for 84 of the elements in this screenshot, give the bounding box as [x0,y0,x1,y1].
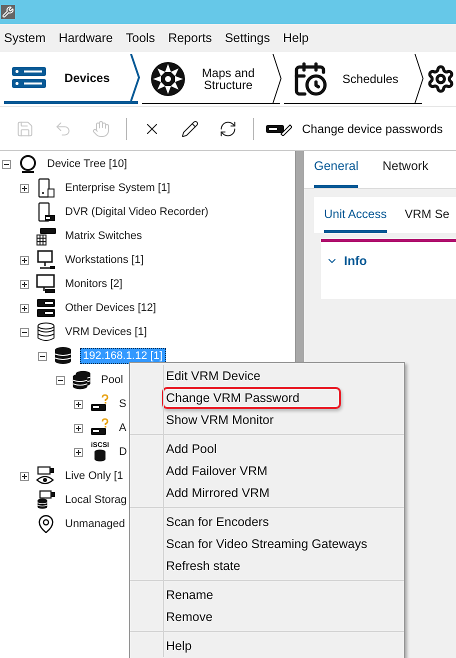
nav-tab[interactable]: Devices [4,54,138,104]
menu-item[interactable]: Edit VRM Device [162,364,264,388]
database-icon [54,346,74,366]
menu-item[interactable]: Add Pool [162,438,221,460]
collapse-icon[interactable] [2,160,11,168]
tree-item[interactable]: Matrix Switches [62,228,146,244]
menu-item[interactable]: Reports [168,28,212,48]
tab-chevron [130,54,140,101]
collapse-icon[interactable] [56,376,65,384]
menu-item[interactable]: Remove [162,606,217,628]
server-document-icon [36,178,56,198]
tab[interactable]: VRM Se [404,205,450,233]
tree-item[interactable]: Workstations [1] [62,252,147,268]
expand-icon[interactable] [20,472,29,480]
wrench-icon [2,6,14,18]
matrix-switch-icon [36,226,56,246]
tree-item[interactable]: VRM Devices [1] [62,324,150,340]
tree-item[interactable]: Live Only [1 [62,468,126,484]
change-passwords-button[interactable]: Change device passwords [262,114,447,144]
tree-item[interactable]: Device Tree [10] [44,156,130,172]
menu-item[interactable]: Tools [126,28,156,48]
device-warning-icon [90,394,110,414]
server-rack-icon [36,298,56,318]
tree-item[interactable]: Local Storag [62,492,130,508]
tree-item[interactable]: Unmanaged [62,516,128,532]
save-icon [16,120,34,138]
expand-icon[interactable] [20,280,29,288]
menu-item[interactable]: Rename [162,584,218,606]
menu-item[interactable]: Help [162,634,196,658]
database-icon [93,449,107,462]
tab[interactable]: General [314,157,358,188]
collapse-icon[interactable] [20,328,29,336]
tab-chevron [272,54,282,103]
pencil-icon [181,120,199,138]
tree-item[interactable]: S [116,396,130,412]
tree-item[interactable]: Monitors [2] [62,276,126,292]
globe-stand-icon [18,154,38,174]
expand-icon[interactable] [20,304,29,312]
nav-tab[interactable]: Maps and Structure [142,54,280,104]
tree-item[interactable]: D [116,444,130,460]
menu-item[interactable]: Add Failover VRM [162,460,272,482]
menu-item[interactable]: Refresh state [162,554,244,578]
tree-item[interactable]: Other Devices [12] [62,300,160,316]
menu-item[interactable]: Change VRM Password [162,386,342,410]
camera-eye-icon [36,466,56,486]
undo-icon [54,120,72,138]
info-section-header[interactable]: Info [326,252,367,271]
menu-item[interactable]: System [4,28,46,48]
menu-item[interactable]: Settings [224,28,270,48]
expand-icon[interactable] [74,424,83,432]
settings-icon[interactable] [426,64,456,94]
monitor-icon [36,274,56,294]
refresh-icon [219,120,237,138]
server-icon [12,66,46,88]
device-warning-icon [90,418,110,438]
tab[interactable]: Unit Access [324,205,387,233]
map-pin-icon [36,514,56,534]
hand-icon [92,120,110,138]
calendar-clock-icon [292,60,328,96]
compass-icon [150,60,186,96]
expand-icon[interactable] [20,184,29,192]
expand-icon[interactable] [74,448,83,456]
nav-tab[interactable]: Schedules [284,54,422,104]
tab-chevron [414,54,424,103]
key-pencil-icon [266,122,292,136]
camera-database-icon [36,490,56,510]
expand-icon[interactable] [74,400,83,408]
workstation-icon [36,250,56,270]
tree-item[interactable]: A [116,420,130,436]
menu-item[interactable]: Hardware [58,28,113,48]
expand-icon[interactable] [20,256,29,264]
menu-item[interactable]: Scan for Video Streaming Gateways [162,532,372,556]
tab[interactable]: Network [382,157,428,188]
recorder-icon [36,202,56,222]
tree-item[interactable]: Enterprise System [1] [62,180,174,196]
menu-item[interactable]: Show VRM Monitor [162,408,278,432]
database-icon [36,322,56,342]
menu-item[interactable]: Help [283,28,309,48]
database-stack-icon [72,370,92,390]
tree-item[interactable]: Pool [98,372,126,388]
tree-item[interactable]: DVR (Digital Video Recorder) [62,204,212,220]
collapse-icon[interactable] [38,352,47,360]
menu-item[interactable]: Add Mirrored VRM [162,482,274,504]
menu-item[interactable]: Scan for Encoders [162,510,273,534]
